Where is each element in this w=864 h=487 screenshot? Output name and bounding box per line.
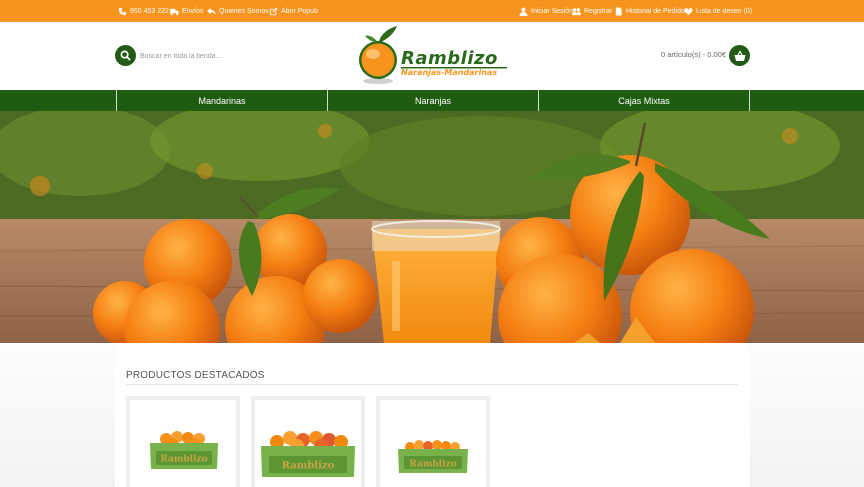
phone-label: 950 453 222 — [130, 7, 169, 15]
box-brand-text: Ramblizo — [282, 461, 335, 472]
reply-icon — [207, 7, 216, 16]
quienes-label: Quienes Somos — [219, 7, 269, 15]
quienes-link[interactable]: Quienes Somos — [207, 0, 269, 22]
users-icon — [572, 7, 581, 16]
product-card[interactable]: Ramblizo — [376, 396, 490, 487]
cart-summary[interactable]: 0 artículo(s) - 0.00€ — [620, 50, 726, 59]
basket-icon — [734, 49, 745, 61]
wishlist-link[interactable]: Lista de deseo (0) — [684, 0, 752, 22]
file-icon — [614, 6, 623, 16]
oranges-banner-image — [0, 111, 864, 343]
register-link[interactable]: Registrar — [572, 0, 612, 22]
cart-button[interactable] — [729, 45, 750, 66]
product-card[interactable]: Ramblizo — [251, 396, 365, 487]
header: Ramblizo Naranjas-Mandarinas 0 artículo(… — [0, 22, 864, 90]
popup-label: Abrir Popub — [281, 7, 318, 15]
nav-item-naranjas[interactable]: Naranjas — [328, 90, 538, 111]
search-button[interactable] — [115, 45, 136, 66]
orange-logo-icon — [359, 26, 397, 84]
logo[interactable]: Ramblizo Naranjas-Mandarinas — [357, 26, 507, 88]
search-icon — [120, 50, 131, 61]
box-brand-text: Ramblizo — [160, 455, 207, 465]
nav-item-label: Mandarinas — [198, 95, 246, 106]
nav-item-mandarinas[interactable]: Mandarinas — [117, 90, 327, 111]
logo-tagline: Naranjas-Mandarinas — [401, 68, 498, 77]
hero-banner[interactable] — [0, 111, 864, 343]
product-box-image: Ramblizo — [261, 431, 355, 477]
nav-item-cajas-mixtas[interactable]: Cajas Mixtas — [539, 90, 749, 111]
nav-item-label: Cajas Mixtas — [618, 95, 670, 106]
orders-label: Historial de Pedidos — [626, 7, 689, 15]
heart-icon — [684, 7, 693, 16]
top-bar: 950 453 222 Envíos Quienes Somos Abrir P… — [0, 0, 864, 22]
register-label: Registrar — [584, 7, 613, 15]
nav-divider — [749, 90, 750, 111]
product-box-image: Ramblizo — [398, 440, 468, 473]
external-link-icon — [269, 7, 278, 16]
featured-title: PRODUCTOS DESTACADOS — [126, 370, 265, 381]
product-card[interactable]: Ramblizo — [126, 396, 240, 487]
envios-link[interactable]: Envíos — [170, 0, 203, 22]
orders-link[interactable]: Historial de Pedidos — [614, 0, 688, 22]
wishlist-label: Lista de deseo (0) — [696, 7, 753, 15]
main-nav: Mandarinas Naranjas Cajas Mixtas — [0, 90, 864, 111]
popup-link[interactable]: Abrir Popub — [269, 0, 318, 22]
product-box-image: Ramblizo — [150, 431, 218, 469]
login-link[interactable]: Iniciar Sesión — [519, 0, 573, 22]
phone-icon — [118, 7, 127, 16]
phone-link[interactable]: 950 453 222 — [118, 0, 169, 22]
box-brand-text: Ramblizo — [409, 460, 456, 470]
search-input[interactable] — [140, 48, 320, 64]
logo-wordmark: Ramblizo — [401, 48, 498, 69]
featured-title-underline — [126, 384, 738, 385]
login-label: Iniciar Sesión — [531, 7, 574, 15]
truck-icon — [170, 7, 179, 16]
envios-label: Envíos — [182, 7, 204, 15]
user-icon — [519, 7, 528, 16]
nav-item-label: Naranjas — [414, 95, 452, 106]
